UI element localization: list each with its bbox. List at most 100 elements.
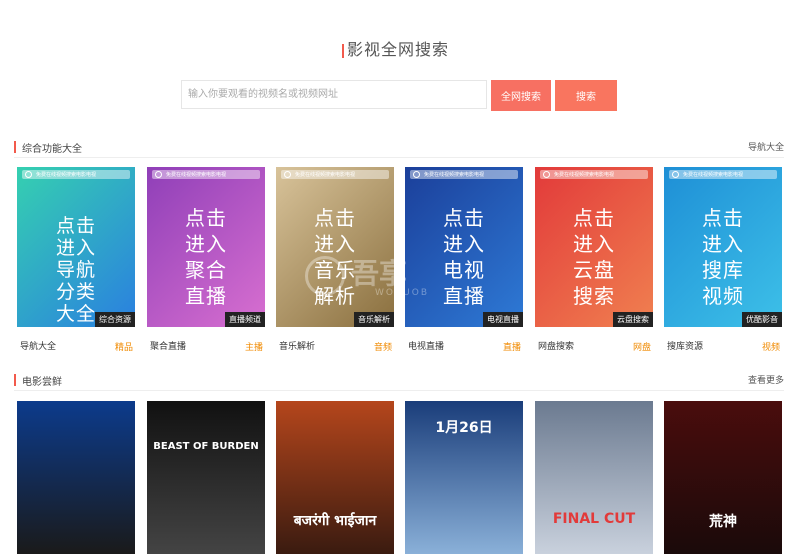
feature-tag: 电视直播: [483, 312, 523, 327]
headline-line: 点击: [573, 206, 615, 230]
mini-search-hint: 免费在线视频搜索电影电视: [166, 172, 227, 178]
feature-headline: 点击 进入 聚合 直播: [147, 205, 265, 309]
feature-card-nav[interactable]: 免费在线视频搜索电影电视 点击 进入 导航 分类 大全 综合资源 导航大全 精品: [17, 167, 135, 353]
feature-kind: 网盘: [632, 343, 651, 353]
headline-line: 点击: [702, 206, 744, 230]
headline-line: 点击: [314, 206, 356, 230]
feature-label[interactable]: 导航大全: [20, 339, 56, 352]
feature-kind: 精品: [114, 343, 133, 353]
feature-poster[interactable]: 免费在线视频搜索电影电视 点击 进入 电视 直播 电视直播: [405, 167, 523, 327]
feature-label[interactable]: 搜库资源: [667, 339, 703, 352]
feature-poster[interactable]: 免费在线视频搜索电影电视点击 进入 搜库 视频优酷影音: [664, 167, 782, 327]
feature-label[interactable]: 网盘搜索: [538, 339, 574, 352]
mini-search-bar: 免费在线视频搜索电影电视: [22, 170, 130, 179]
feature-headline: 点击 进入 云盘 搜索: [535, 205, 653, 309]
all-web-search-button[interactable]: 全网搜索: [491, 80, 551, 111]
feature-tag: 综合资源: [95, 312, 135, 327]
headline-line: 搜索: [573, 284, 615, 308]
feature-headline: 点击 进入 电视 直播: [405, 205, 523, 309]
mini-search-bar: 免费在线视频搜索电影电视: [669, 170, 777, 179]
feature-label[interactable]: 聚合直播: [150, 339, 186, 352]
mini-search-bar: 免费在线视频搜索电影电视: [540, 170, 648, 179]
mini-search-bar: 免费在线视频搜索电影电视: [152, 170, 260, 179]
mini-search-hint: 免费在线视频搜索电影电视: [36, 172, 97, 178]
mini-search-hint: 免费在线视频搜索电影电视: [424, 172, 485, 178]
movies-title: 电影尝鲜: [22, 377, 62, 388]
search-button[interactable]: 搜索: [555, 80, 617, 111]
feature-tag: 直播频道: [225, 312, 265, 327]
movie-poster[interactable]: बजरंगी भाईजान: [276, 401, 394, 554]
headline-line: 点击: [55, 215, 96, 237]
view-more-link[interactable]: 查看更多: [748, 373, 784, 386]
headline-line: 搜库: [702, 258, 744, 282]
headline-line: 解析: [314, 284, 356, 308]
headline-line: 直播: [443, 284, 485, 308]
headline-line: 进入: [55, 237, 96, 259]
features-title: 综合功能大全: [22, 144, 82, 155]
headline-line: 进入: [314, 232, 356, 256]
nav-all-link[interactable]: 导航大全: [748, 140, 784, 153]
feature-label[interactable]: 电视直播: [408, 339, 444, 352]
headline-line: 进入: [185, 232, 227, 256]
search-input[interactable]: [181, 80, 487, 109]
movie-title-art: 荒神: [709, 514, 737, 530]
movie-poster[interactable]: BEAST OF BURDEN: [147, 401, 265, 554]
mini-search-bar: 免费在线视频搜索电影电视: [281, 170, 389, 179]
feature-poster[interactable]: 免费在线视频搜索电影电视 点击 进入 音乐 解析 音乐解析: [276, 167, 394, 327]
feature-headline: 点击 进入 搜库 视频: [664, 205, 782, 309]
search-icon: [413, 171, 420, 178]
divider: [14, 157, 784, 158]
headline-line: 进入: [702, 232, 744, 256]
movie-title-art: FINAL CUT: [552, 511, 636, 527]
movie-poster[interactable]: 1月26日: [405, 401, 523, 554]
headline-line: 进入: [573, 232, 615, 256]
feature-label[interactable]: 音乐解析: [279, 339, 315, 352]
search-icon: [155, 171, 162, 178]
movie-poster[interactable]: FINAL CUT: [535, 401, 653, 554]
title-accent: [341, 43, 344, 58]
feature-card-music[interactable]: 免费在线视频搜索电影电视 点击 进入 音乐 解析 音乐解析 音乐解析 音频: [276, 167, 394, 353]
headline-line: 聚合: [185, 258, 227, 282]
movie-poster[interactable]: 荒神: [664, 401, 782, 554]
search-icon: [25, 171, 32, 178]
feature-kind: 直播: [502, 343, 521, 353]
feature-card-tv[interactable]: 免费在线视频搜索电影电视 点击 进入 电视 直播 电视直播 电视直播 直播: [405, 167, 523, 353]
headline-line: 云盘: [573, 258, 615, 282]
section-accent: [14, 374, 16, 386]
section-accent: [14, 141, 16, 153]
feature-card-library[interactable]: 免费在线视频搜索电影电视点击 进入 搜库 视频优酷影音搜库资源 视频: [664, 167, 782, 353]
feature-card-aggregate[interactable]: 免费在线视频搜索电影电视 点击 进入 聚合 直播 直播频道 聚合直播 主播: [147, 167, 265, 353]
search-bar: 全网搜索 搜索: [181, 80, 617, 111]
headline-line: 电视: [443, 258, 485, 282]
headline-line: 分类: [55, 281, 96, 303]
movie-poster[interactable]: [17, 401, 135, 554]
search-icon: [543, 171, 550, 178]
mini-search-hint: 免费在线视频搜索电影电视: [554, 172, 615, 178]
headline-line: 进入: [443, 232, 485, 256]
feature-tag: 云盘搜索: [613, 312, 653, 327]
feature-poster[interactable]: 免费在线视频搜索电影电视 点击 进入 导航 分类 大全 综合资源: [17, 167, 135, 327]
site-title: 影视全网搜索: [0, 36, 791, 60]
movie-title-art: बजरंगी भाईजान: [293, 513, 377, 529]
feature-kind: 音频: [373, 343, 392, 353]
feature-tag: 优酷影音: [742, 312, 782, 327]
divider: [14, 390, 784, 391]
feature-kind: 主播: [244, 343, 263, 353]
mini-search-bar: 免费在线视频搜索电影电视: [410, 170, 518, 179]
headline-line: 导航: [55, 259, 96, 281]
feature-card-cloud[interactable]: 免费在线视频搜索电影电视 点击 进入 云盘 搜索 云盘搜索 网盘搜索 网盘: [535, 167, 653, 353]
headline-line: 音乐: [314, 258, 356, 282]
search-icon: [672, 171, 679, 178]
mini-search-hint: 免费在线视频搜索电影电视: [683, 172, 744, 178]
site-title-text: 影视全网搜索: [346, 40, 449, 59]
movie-title-art: BEAST OF BURDEN: [153, 441, 259, 452]
feature-kind: 视频: [761, 343, 780, 353]
movie-title-art: 1月26日: [435, 420, 493, 436]
feature-poster[interactable]: 免费在线视频搜索电影电视点击 进入 聚合 直播直播频道: [147, 167, 265, 327]
feature-headline: 点击 进入 音乐 解析: [276, 205, 394, 309]
feature-tag: 音乐解析: [354, 312, 394, 327]
headline-line: 直播: [185, 284, 227, 308]
feature-poster[interactable]: 免费在线视频搜索电影电视 点击 进入 云盘 搜索 云盘搜索: [535, 167, 653, 327]
features-header: 综合功能大全 导航大全: [14, 139, 784, 155]
mini-search-hint: 免费在线视频搜索电影电视: [295, 172, 356, 178]
